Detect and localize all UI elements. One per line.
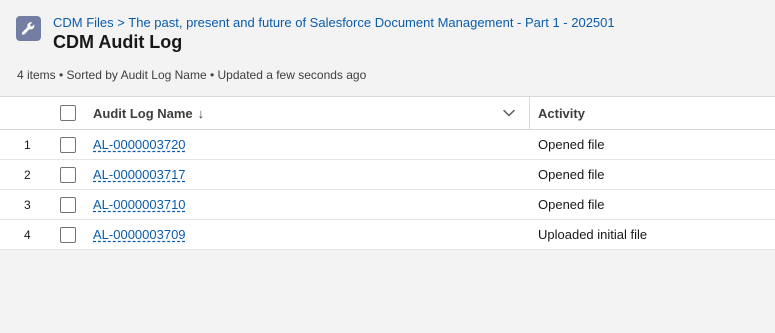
- activity-cell: Opened file: [538, 190, 775, 219]
- audit-log-table: Audit Log Name ↓ Activity 1 AL-000000372…: [0, 96, 775, 250]
- row-select-cell: [60, 130, 78, 159]
- activity-text: Opened file: [538, 197, 605, 212]
- chevron-down-icon[interactable]: [502, 106, 516, 120]
- row-select-cell: [60, 220, 78, 249]
- audit-log-link[interactable]: AL-0000003709: [93, 227, 186, 242]
- table-row: 1 AL-0000003720 Opened file: [0, 130, 775, 160]
- row-number: 2: [24, 167, 31, 182]
- audit-log-link[interactable]: AL-0000003710: [93, 197, 186, 212]
- activity-text: Opened file: [538, 137, 605, 152]
- breadcrumb-separator: >: [117, 15, 125, 30]
- activity-cell: Opened file: [538, 160, 775, 189]
- breadcrumb-record-link[interactable]: The past, present and future of Salesfor…: [128, 15, 614, 30]
- column-label-activity: Activity: [538, 105, 585, 121]
- column-resize-handle[interactable]: [529, 97, 530, 130]
- column-header-audit-log-name[interactable]: Audit Log Name ↓: [93, 97, 513, 129]
- row-select-cell: [60, 160, 78, 189]
- activity-cell: Uploaded initial file: [538, 220, 775, 249]
- audit-log-name-cell: AL-0000003710: [93, 190, 513, 219]
- page-title: CDM Audit Log: [53, 32, 183, 52]
- row-checkbox[interactable]: [60, 166, 76, 183]
- breadcrumb-parent-link[interactable]: CDM Files: [53, 15, 114, 30]
- row-checkbox[interactable]: [60, 226, 76, 243]
- wrench-icon: [16, 16, 41, 41]
- row-number: 3: [24, 197, 31, 212]
- audit-log-name-cell: AL-0000003717: [93, 160, 513, 189]
- audit-log-link[interactable]: AL-0000003720: [93, 137, 186, 152]
- audit-log-name-cell: AL-0000003720: [93, 130, 513, 159]
- sort-descending-icon: ↓: [197, 105, 205, 121]
- table-row: 3 AL-0000003710 Opened file: [0, 190, 775, 220]
- activity-cell: Opened file: [538, 130, 775, 159]
- table-header-row: Audit Log Name ↓ Activity: [0, 97, 775, 130]
- activity-text: Opened file: [538, 167, 605, 182]
- audit-log-name-cell: AL-0000003709: [93, 220, 513, 249]
- row-select-cell: [60, 190, 78, 219]
- breadcrumb: CDM Files > The past, present and future…: [53, 15, 615, 31]
- column-header-activity[interactable]: Activity: [538, 97, 775, 129]
- table-row: 4 AL-0000003709 Uploaded initial file: [0, 220, 775, 250]
- select-all-checkbox[interactable]: [60, 105, 76, 121]
- row-checkbox[interactable]: [60, 196, 76, 213]
- table-row: 2 AL-0000003717 Opened file: [0, 160, 775, 190]
- column-label-audit-log-name: Audit Log Name: [93, 105, 193, 121]
- row-number: 4: [24, 227, 31, 242]
- row-checkbox[interactable]: [60, 136, 76, 153]
- page-header: CDM Files > The past, present and future…: [0, 0, 775, 96]
- select-all-cell: [60, 97, 78, 129]
- audit-log-link[interactable]: AL-0000003717: [93, 167, 186, 182]
- activity-text: Uploaded initial file: [538, 227, 648, 242]
- row-number: 1: [24, 137, 31, 152]
- list-summary: 4 items • Sorted by Audit Log Name • Upd…: [17, 68, 367, 82]
